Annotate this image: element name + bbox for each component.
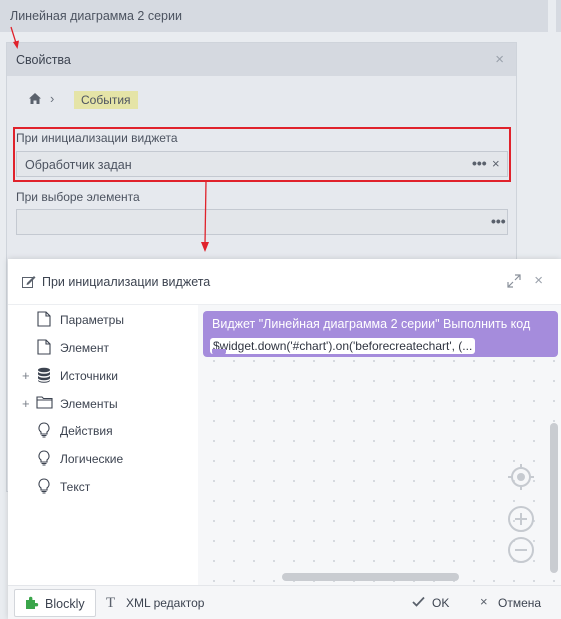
ok-button[interactable]: OK [412, 589, 462, 617]
home-icon[interactable] [29, 93, 41, 107]
check-icon [412, 596, 425, 610]
blockly-label: Blockly [45, 597, 85, 611]
toolbox-item-label: Параметры [60, 313, 124, 327]
cancel-button[interactable]: × Отмена [478, 589, 548, 617]
toolbox-item[interactable]: + Источники [8, 365, 196, 387]
dialog-footer: Blockly T XML редактор OK × Отмена [8, 585, 561, 619]
dialog-header: При инициализации виджета × [8, 259, 561, 305]
breadcrumb-current[interactable]: События [74, 91, 138, 109]
text-icon: T [106, 595, 116, 611]
toolbox-item-label: Элементы [60, 397, 118, 411]
close-icon: × [480, 594, 488, 609]
lightbulb-icon [37, 422, 51, 441]
cancel-label: Отмена [498, 596, 542, 610]
toolbox-item-label: Логические [60, 452, 124, 466]
widget-header-edge [556, 0, 561, 32]
expand-plus-icon[interactable]: + [22, 396, 30, 411]
zoom-out-icon[interactable] [507, 536, 535, 564]
chevron-right-icon: › [50, 91, 55, 106]
toolbox-item[interactable]: Действия [8, 420, 196, 442]
lightbulb-icon [37, 450, 51, 469]
ok-label: OK [432, 596, 450, 610]
block-notch [212, 349, 226, 355]
vertical-scrollbar[interactable] [550, 423, 558, 573]
blockly-button[interactable]: Blockly [14, 589, 96, 617]
toolbox-item[interactable]: Логические [8, 448, 196, 470]
page-icon [37, 339, 51, 358]
code-dialog: При инициализации виджета × Параметры Эле… [8, 259, 561, 619]
arrow-annotation-icon [201, 180, 209, 252]
toolbox-item[interactable]: Параметры [8, 309, 196, 331]
block-header: Виджет "Линейная диаграмма 2 серии" Выпо… [212, 317, 531, 331]
toolbox-item[interactable]: Элемент [8, 337, 196, 359]
toolbox-item[interactable]: + Элементы [8, 393, 196, 415]
lightbulb-icon [37, 478, 51, 497]
breadcrumb: › События [7, 88, 516, 110]
xml-editor-label: XML редактор [126, 596, 205, 610]
arrow-annotation-icon [10, 26, 19, 49]
properties-header: Свойства × [7, 43, 516, 76]
zoom-in-icon[interactable] [507, 505, 535, 533]
page-icon [37, 311, 51, 330]
widget-title: Линейная диаграмма 2 серии [10, 9, 182, 23]
expand-icon[interactable] [507, 274, 521, 291]
on-select-label: При выборе элемента [16, 190, 140, 204]
more-dots-icon[interactable]: ••• [491, 213, 506, 229]
horizontal-scrollbar[interactable] [282, 573, 459, 581]
toolbox-item-label: Элемент [60, 341, 109, 355]
toolbox-item-label: Действия [60, 424, 113, 438]
on-select-field[interactable]: ••• [16, 209, 508, 235]
close-icon[interactable]: × [534, 272, 543, 289]
database-icon [37, 367, 51, 386]
toolbox-item-label: Источники [60, 369, 118, 383]
folder-icon [36, 395, 53, 412]
close-icon[interactable]: × [495, 51, 504, 68]
widget-header: Линейная диаграмма 2 серии [0, 0, 548, 32]
blockly-workspace[interactable]: Виджет "Линейная диаграмма 2 серии" Выпо… [198, 305, 561, 585]
properties-title: Свойства [16, 53, 71, 67]
toolbox-item[interactable]: Текст [8, 476, 196, 498]
toolbox-item-label: Текст [60, 480, 91, 494]
xml-editor-button[interactable]: T XML редактор [104, 589, 214, 617]
edit-icon [22, 275, 36, 291]
expand-plus-icon[interactable]: + [22, 368, 30, 383]
dialog-title: При инициализации виджета [42, 275, 211, 289]
recenter-icon[interactable] [507, 463, 535, 491]
block-code-field[interactable]: $widget.down('#chart').on('beforecreatec… [210, 338, 476, 354]
puzzle-icon [24, 596, 39, 614]
code-block[interactable]: Виджет "Линейная диаграмма 2 серии" Выпо… [203, 311, 558, 357]
blockly-toolbox: Параметры Элемент + Источники + Элементы Дейст… [8, 305, 196, 585]
highlight-box [13, 127, 511, 182]
